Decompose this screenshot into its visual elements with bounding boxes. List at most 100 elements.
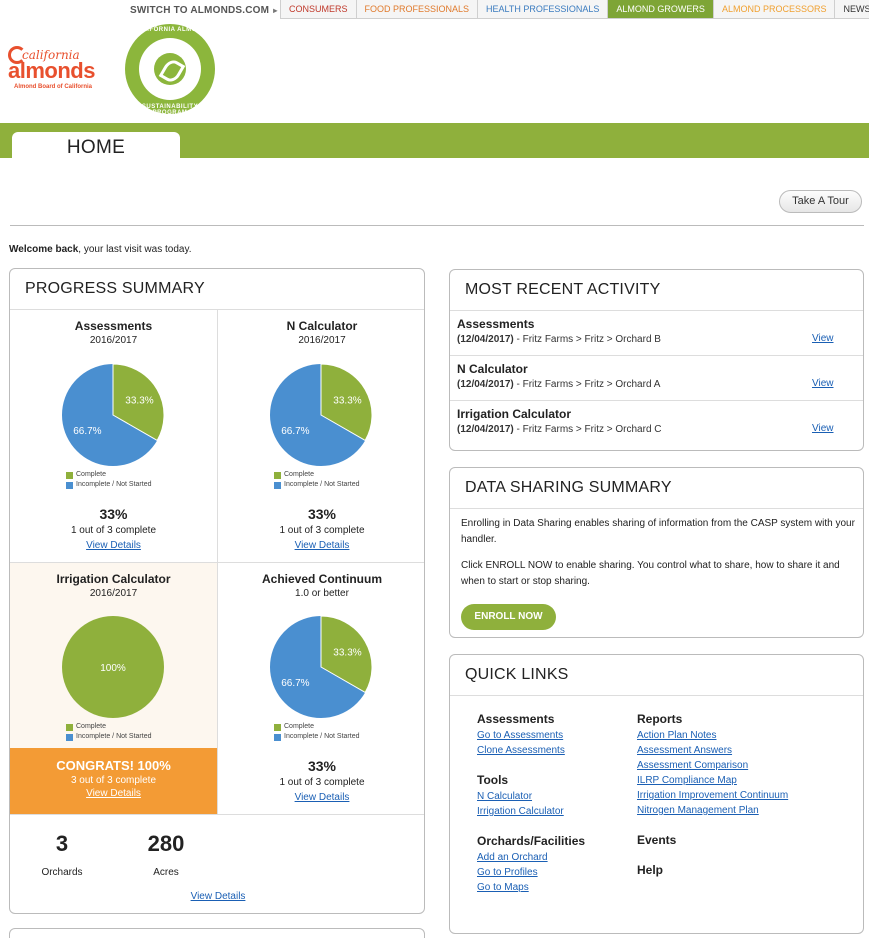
- incomplete-swatch: [274, 733, 281, 741]
- activity-detail: (12/04/2017) - Fritz Farms > Fritz > Orc…: [457, 334, 661, 345]
- reports-heading: Reports: [637, 712, 683, 726]
- top-nav: SWITCH TO ALMONDS.COM ▸ CONSUMERS FOOD PR…: [0, 0, 869, 21]
- irrigation-calculator-link[interactable]: Irrigation Calculator: [477, 804, 585, 819]
- summary-view-details-link[interactable]: View Details: [191, 891, 246, 902]
- legend-complete: Complete: [76, 723, 106, 730]
- switch-label: SWITCH TO ALMONDS.COM: [130, 5, 270, 16]
- congrats-banner: CONGRATS! 100% 3 out of 3 complete View …: [10, 748, 217, 814]
- activity-date: (12/04/2017): [457, 379, 514, 390]
- welcome-message: Welcome back, your last visit was today.: [9, 244, 192, 255]
- nav-tab-health-professionals[interactable]: HEALTH PROFESSIONALS: [477, 0, 609, 19]
- view-details-link[interactable]: View Details: [295, 540, 350, 551]
- activity-row: N Calculator (12/04/2017) - Fritz Farms …: [450, 356, 863, 401]
- nitrogen-management-plan-link[interactable]: Nitrogen Management Plan: [637, 803, 788, 818]
- legend-incomplete: Incomplete / Not Started: [284, 481, 360, 488]
- go-to-maps-link[interactable]: Go to Maps: [477, 880, 585, 895]
- progress-summary-title: PROGRESS SUMMARY: [10, 269, 424, 310]
- cell-title: Assessments: [74, 319, 153, 333]
- irrigation-improvement-continuum-link[interactable]: Irrigation Improvement Continuum: [637, 788, 788, 803]
- achieved-continuum-cell: Achieved Continuum 1.0 or better 33.3% 66…: [218, 563, 424, 814]
- percent-complete: 33%: [307, 506, 337, 522]
- pie-label-complete: 33.3%: [125, 396, 153, 407]
- sustainability-program-badge[interactable]: CALIFORNIA ALMOND SUSTAINABILITY PROGRAM: [125, 24, 215, 116]
- incomplete-swatch: [66, 733, 73, 741]
- view-details-link[interactable]: View Details: [86, 540, 141, 551]
- cell-subtitle: 2016/2017: [298, 335, 346, 346]
- next-panel-partial: [9, 928, 425, 938]
- activity-view-link[interactable]: View: [812, 378, 834, 389]
- go-to-assessments-link[interactable]: Go to Assessments: [477, 728, 585, 743]
- incomplete-swatch: [66, 481, 73, 489]
- complete-swatch: [274, 723, 281, 731]
- out-of-complete: 1 out of 3 complete: [70, 525, 157, 536]
- activity-view-link[interactable]: View: [812, 423, 834, 434]
- n-calculator-link[interactable]: N Calculator: [477, 789, 585, 804]
- pie-label-incomplete: 66.7%: [73, 426, 101, 437]
- help-link[interactable]: Help: [637, 863, 788, 877]
- data-sharing-instructions: Click ENROLL NOW to enable sharing. You …: [461, 560, 840, 587]
- enroll-now-button[interactable]: ENROLL NOW: [461, 604, 556, 630]
- out-of-complete: 3 out of 3 complete: [70, 775, 157, 786]
- activity-view-link[interactable]: View: [812, 333, 834, 344]
- legend-complete: Complete: [284, 723, 314, 730]
- complete-swatch: [66, 723, 73, 731]
- legend-incomplete: Incomplete / Not Started: [76, 481, 152, 488]
- orchards-count: 3: [55, 831, 69, 856]
- orchards-facilities-heading: Orchards/Facilities: [477, 834, 586, 848]
- legend-incomplete: Incomplete / Not Started: [76, 733, 152, 740]
- nav-tab-newsroom[interactable]: NEWSROOM: [834, 0, 869, 19]
- complete-swatch: [274, 471, 281, 479]
- irrigation-pie-chart: 100%: [62, 616, 164, 718]
- cell-title: N Calculator: [286, 319, 358, 333]
- logo-almonds-text: almonds: [8, 58, 95, 83]
- badge-inner: [139, 38, 201, 100]
- clone-assessments-link[interactable]: Clone Assessments: [477, 743, 585, 758]
- view-details-link[interactable]: View Details: [295, 792, 350, 803]
- acres-stat: 280 Acres: [136, 831, 196, 878]
- nav-tab-almond-processors[interactable]: ALMOND PROCESSORS: [712, 0, 836, 19]
- nav-tab-consumers[interactable]: CONSUMERS: [280, 0, 357, 19]
- quick-links-title: QUICK LINKS: [450, 655, 863, 696]
- irrigation-calculator-cell: Irrigation Calculator 2016/2017 100% Com…: [10, 563, 217, 814]
- activity-title: Irrigation Calculator: [457, 407, 572, 421]
- pie-label-complete: 33.3%: [333, 396, 361, 407]
- almond-leaf-icon: [154, 53, 186, 85]
- orchards-stat: 3 Orchards: [32, 831, 92, 878]
- grid-divider-bottom: [10, 814, 424, 815]
- take-a-tour-button[interactable]: Take A Tour: [779, 190, 862, 213]
- cell-subtitle: 1.0 or better: [295, 588, 349, 599]
- go-to-profiles-link[interactable]: Go to Profiles: [477, 865, 585, 880]
- activity-detail: (12/04/2017) - Fritz Farms > Fritz > Orc…: [457, 424, 662, 435]
- assessments-pie-chart: 33.3% 66.7%: [62, 363, 165, 466]
- activity-date: (12/04/2017): [457, 334, 514, 345]
- recent-activity-title: MOST RECENT ACTIVITY: [450, 270, 863, 311]
- legend-complete: Complete: [76, 471, 106, 478]
- badge-top-text: CALIFORNIA ALMOND: [133, 27, 207, 33]
- nav-tab-food-professionals[interactable]: FOOD PROFESSIONALS: [355, 0, 479, 19]
- assessment-answers-link[interactable]: Assessment Answers: [637, 743, 788, 758]
- data-sharing-title: DATA SHARING SUMMARY: [450, 468, 863, 509]
- acres-label: Acres: [153, 867, 179, 878]
- add-orchard-link[interactable]: Add an Orchard: [477, 850, 585, 865]
- activity-row: Assessments (12/04/2017) - Fritz Farms >…: [450, 311, 863, 356]
- nav-tab-almond-growers[interactable]: ALMOND GROWERS: [607, 0, 714, 19]
- pie-label-incomplete: 66.7%: [281, 426, 309, 437]
- cell-title: Irrigation Calculator: [56, 572, 171, 586]
- tab-home[interactable]: HOME: [12, 132, 180, 159]
- out-of-complete: 1 out of 3 complete: [279, 777, 365, 788]
- assessment-comparison-link[interactable]: Assessment Comparison: [637, 758, 788, 773]
- tools-heading: Tools: [477, 773, 509, 787]
- data-sharing-intro: Enrolling in Data Sharing enables sharin…: [461, 518, 855, 545]
- switch-to-almonds-link[interactable]: SWITCH TO ALMONDS.COM ▸: [130, 5, 277, 16]
- data-sharing-panel: DATA SHARING SUMMARY Enrolling in Data S…: [449, 467, 864, 638]
- ilrp-compliance-map-link[interactable]: ILRP Compliance Map: [637, 773, 788, 788]
- legend-incomplete: Incomplete / Not Started: [284, 733, 360, 740]
- action-plan-notes-link[interactable]: Action Plan Notes: [637, 728, 788, 743]
- activity-title: N Calculator: [457, 362, 528, 376]
- continuum-pie-chart: 33.3% 66.7%: [270, 615, 373, 718]
- view-details-link[interactable]: View Details: [10, 788, 217, 799]
- cell-subtitle: 2016/2017: [89, 335, 138, 346]
- events-link[interactable]: Events: [637, 833, 788, 847]
- assessments-cell: Assessments 2016/2017 33.3% 66.7% Complet…: [10, 310, 217, 562]
- pie-label-complete: 33.3%: [333, 648, 361, 659]
